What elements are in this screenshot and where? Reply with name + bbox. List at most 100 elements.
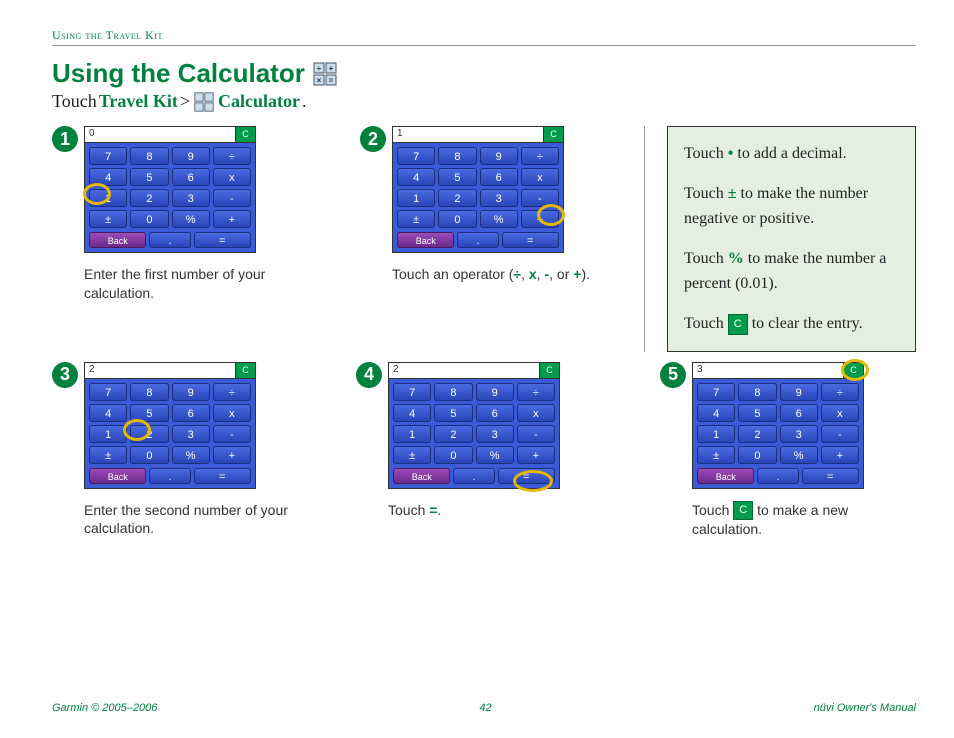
key-8: 8 — [434, 383, 472, 401]
tip-percent: Touch % to make the number a percent (0.… — [684, 246, 901, 297]
key-add: + — [213, 446, 251, 464]
percent-icon: % — [728, 250, 744, 267]
tip-decimal: Touch • to add a decimal. — [684, 141, 901, 167]
key-pct: % — [480, 210, 518, 228]
subtitle-gt: > — [180, 91, 190, 112]
key-eq: = — [194, 468, 251, 484]
key-6: 6 — [476, 404, 514, 422]
calc-clear-key: C — [843, 363, 863, 378]
calc-keypad: 789÷ 456x 123- ±0%+ — [389, 379, 559, 468]
calc-keypad: 789÷ 456x 123- ±0%+ — [693, 379, 863, 468]
caption-text: . — [437, 502, 441, 518]
calc-display: 3 — [693, 363, 843, 378]
key-pm: ± — [697, 446, 735, 464]
key-1: 1 — [397, 189, 435, 207]
step-1-caption: Enter the first number of your calculati… — [84, 265, 312, 303]
key-7: 7 — [397, 147, 435, 165]
calc-display: 2 — [389, 363, 539, 378]
key-dot: . — [757, 468, 798, 484]
calc-clear-key: C — [543, 127, 563, 142]
key-8: 8 — [738, 383, 776, 401]
subtitle-touch: Touch — [52, 91, 97, 112]
tip-text: Touch — [684, 185, 728, 202]
key-7: 7 — [89, 147, 127, 165]
key-6: 6 — [480, 168, 518, 186]
key-4: 4 — [697, 404, 735, 422]
caption-text: ). — [581, 266, 590, 282]
key-div: ÷ — [213, 147, 251, 165]
key-6: 6 — [172, 168, 210, 186]
subtitle-period: . — [302, 91, 307, 112]
footer-manual-title: nüvi Owner's Manual — [814, 702, 916, 714]
svg-text:=: = — [328, 76, 333, 85]
key-1: 1 — [393, 425, 431, 443]
key-3: 3 — [480, 189, 518, 207]
key-back: Back — [393, 468, 450, 484]
key-4: 4 — [89, 168, 127, 186]
breadcrumb-instruction: Touch Travel Kit > Calculator . — [52, 91, 916, 112]
tip-box: Touch • to add a decimal. Touch ± to mak… — [667, 126, 916, 352]
tip-clear: Touch C to clear the entry. — [684, 311, 901, 337]
key-5: 5 — [738, 404, 776, 422]
svg-text:÷: ÷ — [317, 64, 322, 73]
key-9: 9 — [476, 383, 514, 401]
key-pm: ± — [89, 446, 127, 464]
subtitle-travel-kit: Travel Kit — [99, 91, 178, 112]
op-mul: x — [529, 266, 537, 282]
key-dot: . — [149, 232, 190, 248]
key-7: 7 — [393, 383, 431, 401]
key-pm: ± — [393, 446, 431, 464]
step-5-caption: Touch C to make a new calculation. — [692, 501, 916, 540]
calc-display: 0 — [85, 127, 235, 142]
key-4: 4 — [393, 404, 431, 422]
clear-button-icon: C — [728, 314, 748, 336]
key-dot: . — [457, 232, 498, 248]
key-div: ÷ — [517, 383, 555, 401]
key-sub: - — [213, 189, 251, 207]
calc-clear-key: C — [235, 363, 255, 378]
key-3: 3 — [780, 425, 818, 443]
key-back: Back — [397, 232, 454, 248]
key-8: 8 — [130, 383, 168, 401]
tip-plusminus: Touch ± to make the number negative or p… — [684, 181, 901, 232]
key-1: 1 — [697, 425, 735, 443]
subtitle-calculator: Calculator — [218, 91, 300, 112]
key-8: 8 — [438, 147, 476, 165]
key-add: + — [821, 446, 859, 464]
key-back: Back — [89, 468, 146, 484]
step-number-3: 3 — [52, 362, 78, 388]
svg-text:+: + — [328, 64, 333, 73]
key-pm: ± — [89, 210, 127, 228]
page-title: Using the Calculator ÷+×= — [52, 58, 916, 89]
tip-text: Touch — [684, 250, 728, 267]
key-back: Back — [89, 232, 146, 248]
key-pm: ± — [397, 210, 435, 228]
key-pct: % — [172, 446, 210, 464]
key-2: 2 — [438, 189, 476, 207]
key-3: 3 — [172, 189, 210, 207]
calc-keypad: 789÷ 456x 123- ±0%+ — [393, 143, 563, 232]
caption-text: Touch — [692, 502, 733, 518]
key-0: 0 — [130, 446, 168, 464]
key-6: 6 — [780, 404, 818, 422]
tip-text: to add a decimal. — [733, 145, 846, 162]
step-number-4: 4 — [356, 362, 382, 388]
op-sub: - — [544, 266, 549, 282]
key-div: ÷ — [521, 147, 559, 165]
key-pct: % — [172, 210, 210, 228]
key-6: 6 — [172, 404, 210, 422]
key-1: 1 — [89, 189, 127, 207]
key-sub: - — [517, 425, 555, 443]
key-2: 2 — [434, 425, 472, 443]
key-0: 0 — [130, 210, 168, 228]
calc-display: 1 — [393, 127, 543, 142]
tip-text: Touch — [684, 145, 728, 162]
step-4: 4 2C 789÷ 456x 123- ±0%+ Back.= Touch =. — [356, 362, 612, 540]
key-2: 2 — [738, 425, 776, 443]
key-mul: x — [821, 404, 859, 422]
caption-text: Touch — [388, 502, 429, 518]
footer-page-number: 42 — [479, 702, 491, 714]
key-mul: x — [213, 168, 251, 186]
key-9: 9 — [172, 383, 210, 401]
key-2: 2 — [130, 425, 168, 443]
